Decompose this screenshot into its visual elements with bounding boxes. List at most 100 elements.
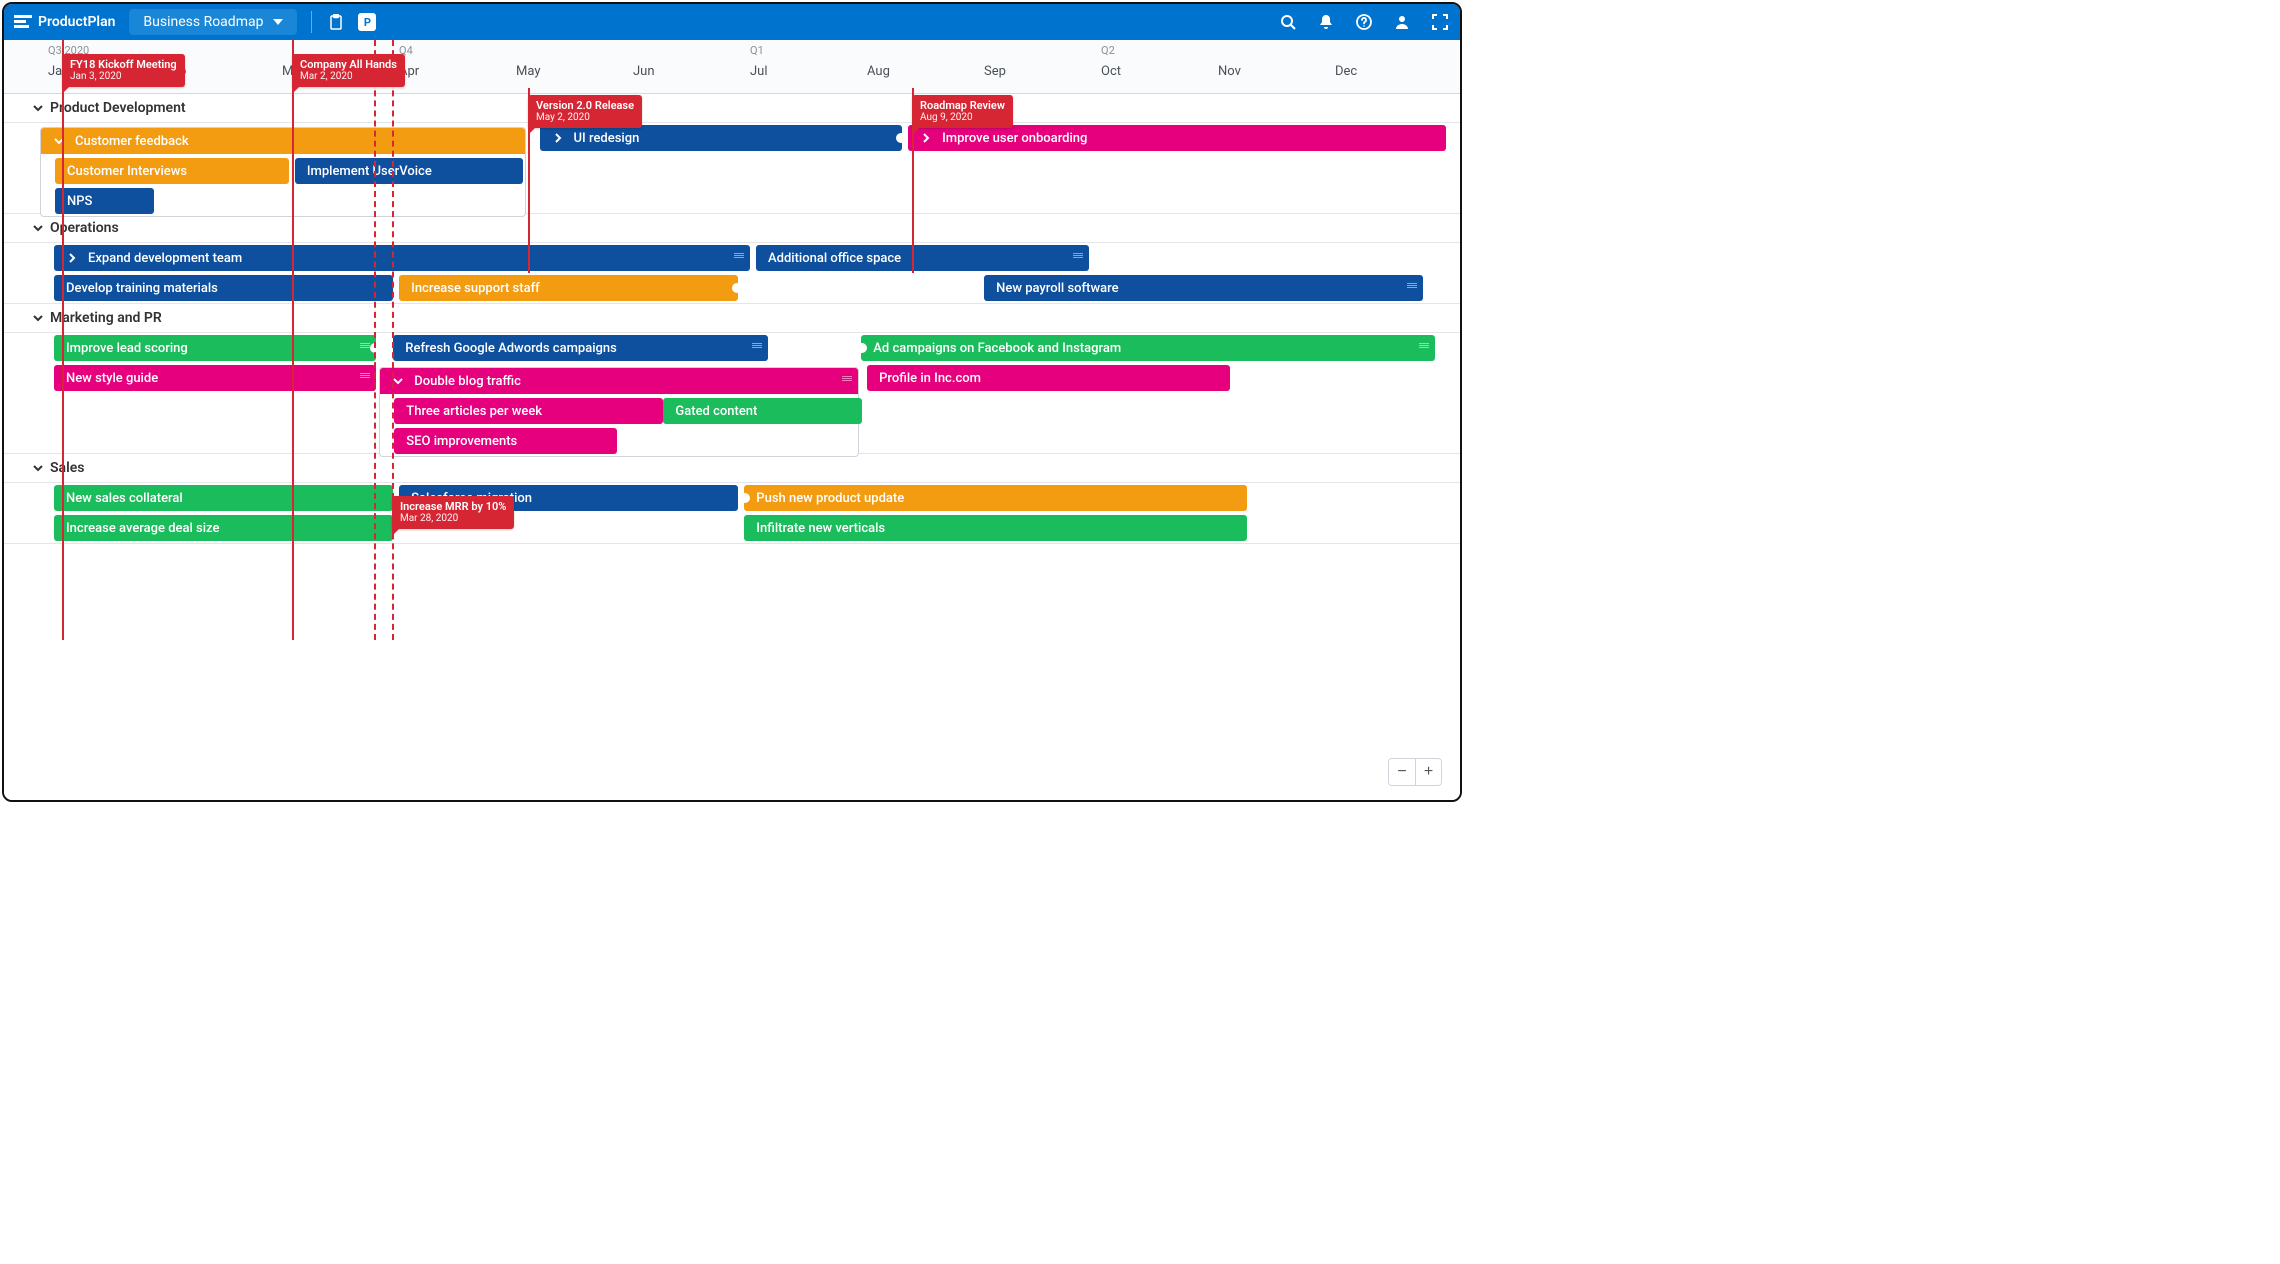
bar-label: Profile in Inc.com xyxy=(879,371,981,386)
lane-body: New sales collateralSalesforce migration… xyxy=(4,483,1460,544)
bar-label: New sales collateral xyxy=(66,491,183,506)
month-label: Oct xyxy=(1101,64,1121,79)
bar-label: Refresh Google Adwords campaigns xyxy=(405,341,617,356)
clipboard-icon[interactable] xyxy=(326,12,346,32)
milestone-flag[interactable]: FY18 Kickoff MeetingJan 3, 2020 xyxy=(62,54,185,87)
zoom-controls: − + xyxy=(1388,758,1442,786)
drag-handle-icon[interactable] xyxy=(360,343,370,349)
container-group: Customer feedback Customer InterviewsImpl… xyxy=(40,127,526,217)
chevron-right-icon xyxy=(920,132,932,144)
bar-label: Expand development team xyxy=(88,251,242,266)
zoom-in-button[interactable]: + xyxy=(1415,759,1441,785)
lane-header[interactable]: Product Development xyxy=(4,94,1460,123)
lane-body: Customer feedback Customer InterviewsImpl… xyxy=(4,123,1460,214)
expand-icon[interactable] xyxy=(1430,12,1450,32)
milestone-flag[interactable]: Version 2.0 ReleaseMay 2, 2020 xyxy=(528,95,642,128)
lane-header[interactable]: Operations xyxy=(4,214,1460,243)
divider xyxy=(311,11,312,33)
drag-handle-icon[interactable] xyxy=(360,373,370,379)
zoom-out-button[interactable]: − xyxy=(1389,759,1415,785)
bar-label: Additional office space xyxy=(768,251,901,266)
bar-label: Infiltrate new verticals xyxy=(756,521,885,536)
milestone-date: Aug 9, 2020 xyxy=(920,112,1005,124)
bar-label: Improve lead scoring xyxy=(66,341,188,356)
quarter-label: Q1 xyxy=(750,44,764,57)
lane-title: Marketing and PR xyxy=(50,310,162,326)
roadmap-name: Business Roadmap xyxy=(143,14,263,30)
bar-label: Increase average deal size xyxy=(66,521,219,536)
roadmap-bar[interactable]: Refresh Google Adwords campaigns xyxy=(393,335,767,361)
roadmap-bar[interactable]: New sales collateral xyxy=(54,485,393,511)
drag-handle-icon[interactable] xyxy=(1407,283,1417,289)
quarter-label: Q2 xyxy=(1101,44,1115,57)
roadmap-bar[interactable]: Customer Interviews xyxy=(55,158,289,184)
roadmap-bar[interactable]: New style guide xyxy=(54,365,376,391)
roadmap-bar[interactable]: Push new product update xyxy=(744,485,1247,511)
bar-label: Double blog traffic xyxy=(414,374,521,389)
roadmap-bar[interactable]: Additional office space xyxy=(756,245,1089,271)
chevron-down-icon xyxy=(32,102,44,114)
roadmap-bar[interactable]: SEO improvements xyxy=(394,428,616,454)
bar-label: Increase support staff xyxy=(411,281,540,296)
roadmap-bar[interactable]: UI redesign xyxy=(540,125,903,151)
lane-title: Operations xyxy=(50,220,119,236)
month-label: Nov xyxy=(1218,64,1241,79)
bar-label: Improve user onboarding xyxy=(942,131,1087,146)
lane-header[interactable]: Marketing and PR xyxy=(4,304,1460,333)
chevron-right-icon xyxy=(552,132,564,144)
roadmap-bar[interactable]: Three articles per week xyxy=(394,398,663,424)
milestone-flag[interactable]: Increase MRR by 10%Mar 28, 2020 xyxy=(392,496,514,529)
bar-label: NPS xyxy=(67,194,92,209)
container-group: Double blog traffic Three articles per we… xyxy=(379,367,859,457)
roadmap-bar[interactable]: Gated content xyxy=(663,398,862,424)
milestone-title: Version 2.0 Release xyxy=(536,99,634,112)
milestone-title: FY18 Kickoff Meeting xyxy=(70,58,177,71)
bar-label: Ad campaigns on Facebook and Instagram xyxy=(873,341,1121,356)
roadmap-bar[interactable]: Double blog traffic xyxy=(380,368,858,394)
help-icon[interactable] xyxy=(1354,12,1374,32)
bar-label: Customer feedback xyxy=(75,134,189,149)
milestone-line xyxy=(374,40,376,640)
milestone-line xyxy=(392,40,394,640)
chevron-down-icon xyxy=(32,312,44,324)
lane-title: Product Development xyxy=(50,100,186,116)
search-icon[interactable] xyxy=(1278,12,1298,32)
roadmap-bar[interactable]: Profile in Inc.com xyxy=(867,365,1230,391)
bell-icon[interactable] xyxy=(1316,12,1336,32)
brand[interactable]: ProductPlan xyxy=(14,14,115,30)
roadmap-bar[interactable]: Develop training materials xyxy=(54,275,393,301)
roadmap-bar[interactable]: Implement UserVoice xyxy=(295,158,523,184)
roadmap-bar[interactable]: Customer feedback xyxy=(41,128,525,154)
milestone-title: Company All Hands xyxy=(300,58,397,71)
brand-label: ProductPlan xyxy=(38,14,115,30)
parking-lot-icon[interactable]: P xyxy=(358,13,376,31)
bar-label: SEO improvements xyxy=(406,434,517,449)
roadmap-selector[interactable]: Business Roadmap xyxy=(129,9,297,35)
drag-handle-icon[interactable] xyxy=(842,376,852,382)
lane-header[interactable]: Sales xyxy=(4,454,1460,483)
roadmap-bar[interactable]: Ad campaigns on Facebook and Instagram xyxy=(861,335,1434,361)
chevron-down-icon xyxy=(32,222,44,234)
milestone-flag[interactable]: Company All HandsMar 2, 2020 xyxy=(292,54,405,87)
month-label: Dec xyxy=(1335,64,1357,79)
milestone-flag[interactable]: Roadmap ReviewAug 9, 2020 xyxy=(912,95,1013,128)
drag-handle-icon[interactable] xyxy=(752,343,762,349)
roadmap-bar[interactable]: Improve lead scoring xyxy=(54,335,376,361)
roadmap-bar[interactable]: Expand development team xyxy=(54,245,750,271)
roadmap-bar[interactable]: Improve user onboarding xyxy=(908,125,1446,151)
lane-title: Sales xyxy=(50,460,84,476)
top-bar: ProductPlan Business Roadmap P xyxy=(4,4,1460,40)
roadmap-bar[interactable]: Increase average deal size xyxy=(54,515,393,541)
roadmap-bar[interactable]: Increase support staff xyxy=(399,275,738,301)
bar-label: Develop training materials xyxy=(66,281,218,296)
roadmap-bar[interactable]: Infiltrate new verticals xyxy=(744,515,1247,541)
roadmap-bar[interactable]: NPS xyxy=(55,188,154,214)
user-icon[interactable] xyxy=(1392,12,1412,32)
month-label: Aug xyxy=(867,64,890,79)
month-label: May xyxy=(516,64,540,79)
drag-handle-icon[interactable] xyxy=(734,253,744,259)
milestone-title: Increase MRR by 10% xyxy=(400,500,506,513)
drag-handle-icon[interactable] xyxy=(1073,253,1083,259)
drag-handle-icon[interactable] xyxy=(1419,343,1429,349)
roadmap-bar[interactable]: New payroll software xyxy=(984,275,1423,301)
